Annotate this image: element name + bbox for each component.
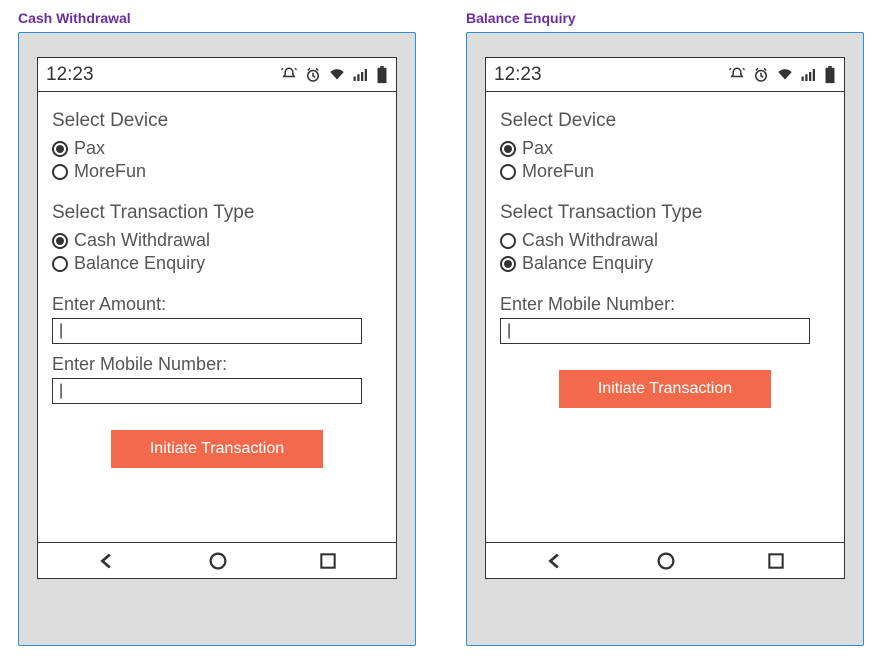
android-nav-bar: [486, 542, 844, 578]
phone-frame: 12:23 Select Device PaxMoreFun Select Trans…: [466, 32, 864, 646]
nav-back-icon[interactable]: [544, 550, 566, 572]
text-input[interactable]: [52, 378, 362, 404]
radio-icon: [500, 164, 516, 180]
txn-section-label: Select Transaction Type: [500, 202, 830, 224]
radio-label: MoreFun: [74, 161, 146, 182]
nav-recent-icon[interactable]: [318, 551, 338, 571]
device-option-1[interactable]: MoreFun: [500, 161, 830, 182]
panel-title: Balance Enquiry: [466, 10, 864, 26]
text-input[interactable]: [52, 318, 362, 344]
radio-label: Balance Enquiry: [522, 253, 653, 274]
device-section-label: Select Device: [500, 110, 830, 132]
radio-icon: [52, 164, 68, 180]
signal-icon: [800, 66, 818, 84]
panel-title: Cash Withdrawal: [18, 10, 416, 26]
radio-icon: [52, 141, 68, 157]
battery-icon: [824, 66, 836, 84]
nav-back-icon[interactable]: [96, 550, 118, 572]
battery-icon: [376, 66, 388, 84]
phone-frame: 12:23 Select Device PaxMoreFun Select Trans…: [18, 32, 416, 646]
clock-icon: [304, 66, 322, 84]
clock-icon: [752, 66, 770, 84]
panel: Balance Enquiry 12:23 Select Device PaxMore…: [466, 10, 864, 646]
wifi-icon: [776, 66, 794, 84]
radio-icon: [500, 256, 516, 272]
radio-icon: [52, 256, 68, 272]
panel: Cash Withdrawal 12:23 Select Device PaxMore…: [18, 10, 416, 646]
android-nav-bar: [38, 542, 396, 578]
text-input[interactable]: [500, 318, 810, 344]
nav-home-icon[interactable]: [207, 550, 229, 572]
txn-option-0[interactable]: Cash Withdrawal: [52, 230, 382, 251]
form-content: Select Device PaxMoreFun Select Transactio…: [38, 92, 396, 542]
txn-section-label: Select Transaction Type: [52, 202, 382, 224]
alarm-bell-icon: [280, 66, 298, 84]
nav-home-icon[interactable]: [655, 550, 677, 572]
txn-option-0[interactable]: Cash Withdrawal: [500, 230, 830, 251]
initiate-transaction-button[interactable]: Initiate Transaction: [559, 370, 771, 408]
alarm-bell-icon: [728, 66, 746, 84]
status-icons: [280, 66, 388, 84]
status-time: 12:23: [46, 64, 94, 86]
initiate-transaction-button[interactable]: Initiate Transaction: [111, 430, 323, 468]
txn-option-1[interactable]: Balance Enquiry: [52, 253, 382, 274]
device-option-1[interactable]: MoreFun: [52, 161, 382, 182]
radio-label: MoreFun: [522, 161, 594, 182]
device-option-0[interactable]: Pax: [500, 138, 830, 159]
form-content: Select Device PaxMoreFun Select Transactio…: [486, 92, 844, 542]
radio-label: Pax: [74, 138, 105, 159]
signal-icon: [352, 66, 370, 84]
phone-screen: 12:23 Select Device PaxMoreFun Select Trans…: [37, 57, 397, 579]
radio-label: Balance Enquiry: [74, 253, 205, 274]
radio-label: Cash Withdrawal: [522, 230, 658, 251]
radio-icon: [500, 233, 516, 249]
status-icons: [728, 66, 836, 84]
status-time: 12:23: [494, 64, 542, 86]
field-label: Enter Mobile Number:: [52, 354, 382, 375]
radio-icon: [500, 141, 516, 157]
phone-screen: 12:23 Select Device PaxMoreFun Select Trans…: [485, 57, 845, 579]
nav-recent-icon[interactable]: [766, 551, 786, 571]
wifi-icon: [328, 66, 346, 84]
device-option-0[interactable]: Pax: [52, 138, 382, 159]
radio-label: Cash Withdrawal: [74, 230, 210, 251]
txn-option-1[interactable]: Balance Enquiry: [500, 253, 830, 274]
field-label: Enter Mobile Number:: [500, 294, 830, 315]
field-label: Enter Amount:: [52, 294, 382, 315]
status-bar: 12:23: [38, 58, 396, 92]
device-section-label: Select Device: [52, 110, 382, 132]
radio-label: Pax: [522, 138, 553, 159]
status-bar: 12:23: [486, 58, 844, 92]
radio-icon: [52, 233, 68, 249]
